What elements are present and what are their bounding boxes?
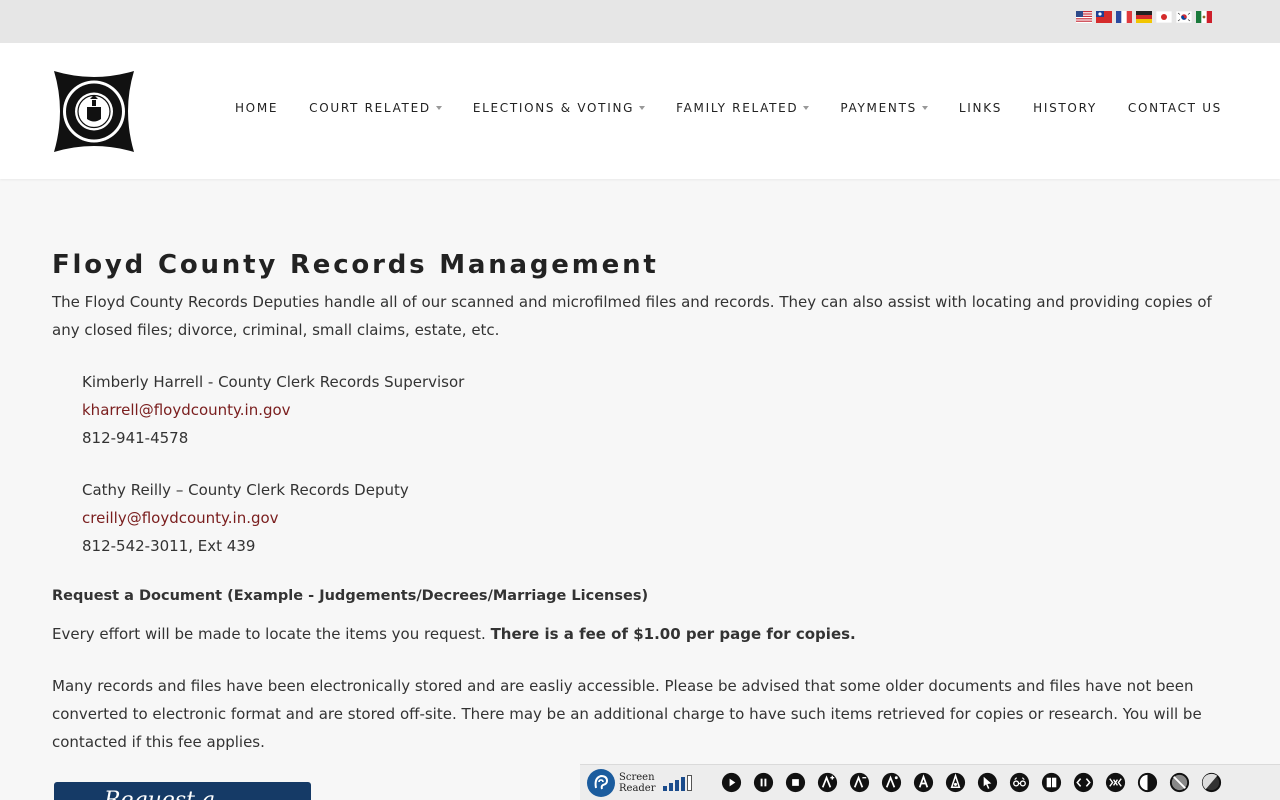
korea-flag-icon[interactable] <box>1176 11 1192 23</box>
county-seal-logo[interactable] <box>52 69 136 154</box>
request-button-label: Request a <box>104 788 215 800</box>
contact-name: Cathy Reilly – County Clerk Records Depu… <box>82 481 409 499</box>
play-icon[interactable] <box>720 771 743 794</box>
nav-links[interactable]: LINKS <box>959 101 1002 115</box>
page-title: Floyd County Records Management <box>52 250 659 280</box>
germany-flag-icon[interactable] <box>1136 11 1152 23</box>
volume-slider[interactable] <box>663 774 692 791</box>
request-document-button[interactable]: Request a <box>54 782 311 800</box>
nav-history-label: HISTORY <box>1033 101 1097 115</box>
nav-payments-label: PAYMENTS <box>840 101 917 115</box>
grayscale-icon[interactable] <box>1168 771 1191 794</box>
caret-down-icon <box>921 106 928 110</box>
volume-bar <box>681 776 685 791</box>
effort-paragraph: Every effort will be made to locate the … <box>52 620 1232 648</box>
intro-paragraph: The Floyd County Records Deputies handle… <box>52 293 1212 339</box>
fee-text: There is a fee of $1.00 per page for cop… <box>490 625 856 643</box>
accessibility-toolbar: Screen Reader <box>580 764 1280 800</box>
contrast-icon[interactable] <box>1136 771 1159 794</box>
decrease-text-icon[interactable] <box>848 771 871 794</box>
nav-family-related[interactable]: FAMILY RELATED <box>676 101 810 115</box>
screen-reader-icon[interactable] <box>586 768 616 798</box>
volume-bar <box>663 785 667 791</box>
main-navigation: HOME COURT RELATED ELECTIONS & VOTING FA… <box>235 101 1222 115</box>
us-flag-icon[interactable] <box>1076 11 1092 23</box>
screen-reader-line2: Reader <box>619 782 656 794</box>
nav-elections-voting[interactable]: ELECTIONS & VOTING <box>472 101 646 115</box>
contact-phone: 812-941-4578 <box>82 429 189 447</box>
nav-contact-us-label: CONTACT US <box>1127 101 1222 115</box>
invert-icon[interactable] <box>1200 771 1223 794</box>
screen-reader-label[interactable]: Screen Reader <box>619 772 657 794</box>
contact-card: Cathy Reilly – County Clerk Records Depu… <box>52 476 1232 560</box>
nav-family-related-label: FAMILY RELATED <box>676 101 799 115</box>
font-icon[interactable] <box>912 771 935 794</box>
big-cursor-icon[interactable] <box>976 771 999 794</box>
volume-bar <box>687 774 692 791</box>
mexico-flag-icon[interactable] <box>1196 11 1212 23</box>
stop-icon[interactable] <box>784 771 807 794</box>
highlight-headings-icon[interactable] <box>1072 771 1095 794</box>
pause-icon[interactable] <box>752 771 775 794</box>
effort-text: Every effort will be made to locate the … <box>52 625 491 643</box>
contact-email-link[interactable]: kharrell@floydcounty.in.gov <box>82 401 291 419</box>
text-spacing-icon[interactable] <box>880 771 903 794</box>
nav-payments[interactable]: PAYMENTS <box>840 101 928 115</box>
request-heading: Request a Document (Example - Judgements… <box>52 588 649 604</box>
contact-name: Kimberly Harrell - County Clerk Records … <box>82 373 465 391</box>
top-bar <box>0 0 1280 43</box>
france-flag-icon[interactable] <box>1116 11 1132 23</box>
language-flags <box>1076 11 1212 23</box>
nav-court-related[interactable]: COURT RELATED <box>309 101 442 115</box>
volume-bar <box>675 779 679 791</box>
nav-contact-us[interactable]: CONTACT US <box>1128 101 1222 115</box>
main-content: Floyd County Records Management The Floy… <box>52 250 1232 756</box>
nav-court-related-label: COURT RELATED <box>309 101 431 115</box>
highlight-links-icon[interactable] <box>944 771 967 794</box>
nav-elections-voting-label: ELECTIONS & VOTING <box>472 101 635 115</box>
accessibility-tools <box>720 771 1223 794</box>
contact-card: Kimberly Harrell - County Clerk Records … <box>52 368 1232 452</box>
nav-history[interactable]: HISTORY <box>1033 101 1097 115</box>
caret-down-icon <box>803 106 810 110</box>
contact-email-link[interactable]: creilly@floydcounty.in.gov <box>82 509 279 527</box>
reading-mode-icon[interactable] <box>1040 771 1063 794</box>
contact-phone: 812-542-3011, Ext 439 <box>82 537 256 555</box>
nav-links-label: LINKS <box>958 101 1003 115</box>
caret-down-icon <box>639 106 646 110</box>
records-paragraph: Many records and files have been electro… <box>52 677 1202 751</box>
reading-glasses-icon[interactable] <box>1008 771 1031 794</box>
japan-flag-icon[interactable] <box>1156 11 1172 23</box>
disable-styles-icon[interactable] <box>1104 771 1127 794</box>
screen-reader-line1: Screen <box>619 771 655 783</box>
site-header: HOME COURT RELATED ELECTIONS & VOTING FA… <box>0 43 1280 179</box>
nav-home[interactable]: HOME <box>235 101 278 115</box>
nav-home-label: HOME <box>234 101 279 115</box>
taiwan-flag-icon[interactable] <box>1096 11 1112 23</box>
caret-down-icon <box>435 106 442 110</box>
increase-text-icon[interactable] <box>816 771 839 794</box>
volume-bar <box>669 782 673 791</box>
